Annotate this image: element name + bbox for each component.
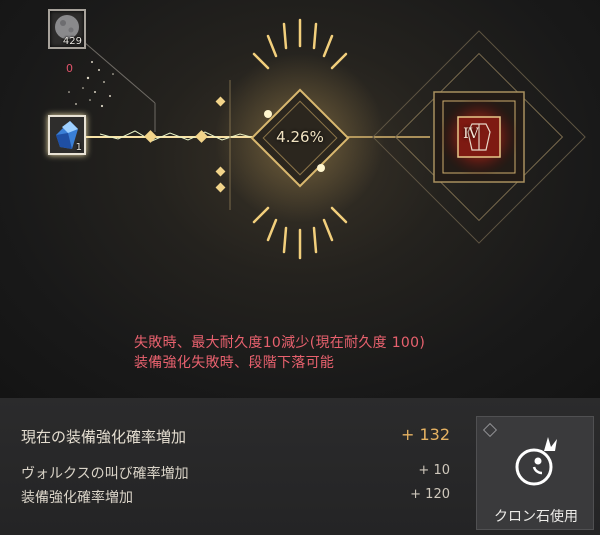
stone-count: 429 [62, 36, 82, 47]
crystal-material-slot[interactable]: 1 [48, 115, 86, 155]
stone-required: 0 [66, 62, 73, 75]
enhancement-stage: 429 0 1 4.26% IV 失敗時、最大耐久度10減少(現在耐久度 100… [0, 0, 600, 398]
total-bonus-label: 現在の装備強化確率増加 [21, 428, 187, 446]
crystal-sparkles [68, 61, 114, 108]
enhance-bonus-value: + 120 [410, 487, 450, 502]
crystal-count: 1 [75, 142, 82, 153]
vorks-bonus-value: + 10 [418, 463, 450, 478]
warning-downgrade: 装備強化失敗時、段階下落可能 [134, 355, 335, 371]
total-bonus-value: + 132 [400, 425, 450, 444]
enhance-tier: IV [463, 126, 479, 142]
cron-stone-icon [515, 437, 557, 486]
corner-diamond-icon [482, 422, 498, 438]
link-diamonds [144, 96, 226, 193]
cron-button-label: クロン石使用 [494, 509, 578, 525]
enhance-bonus-label: 装備強化確率増加 [21, 490, 133, 506]
vorks-bonus-label: ヴォルクスの叫び確率増加 [21, 466, 189, 482]
enhance-rate: 4.26% [276, 128, 324, 146]
use-cron-stone-button[interactable]: クロン石使用 [476, 416, 594, 530]
stone-material-slot[interactable]: 429 [48, 9, 86, 49]
warning-durability: 失敗時、最大耐久度10減少(現在耐久度 100) [134, 335, 426, 351]
